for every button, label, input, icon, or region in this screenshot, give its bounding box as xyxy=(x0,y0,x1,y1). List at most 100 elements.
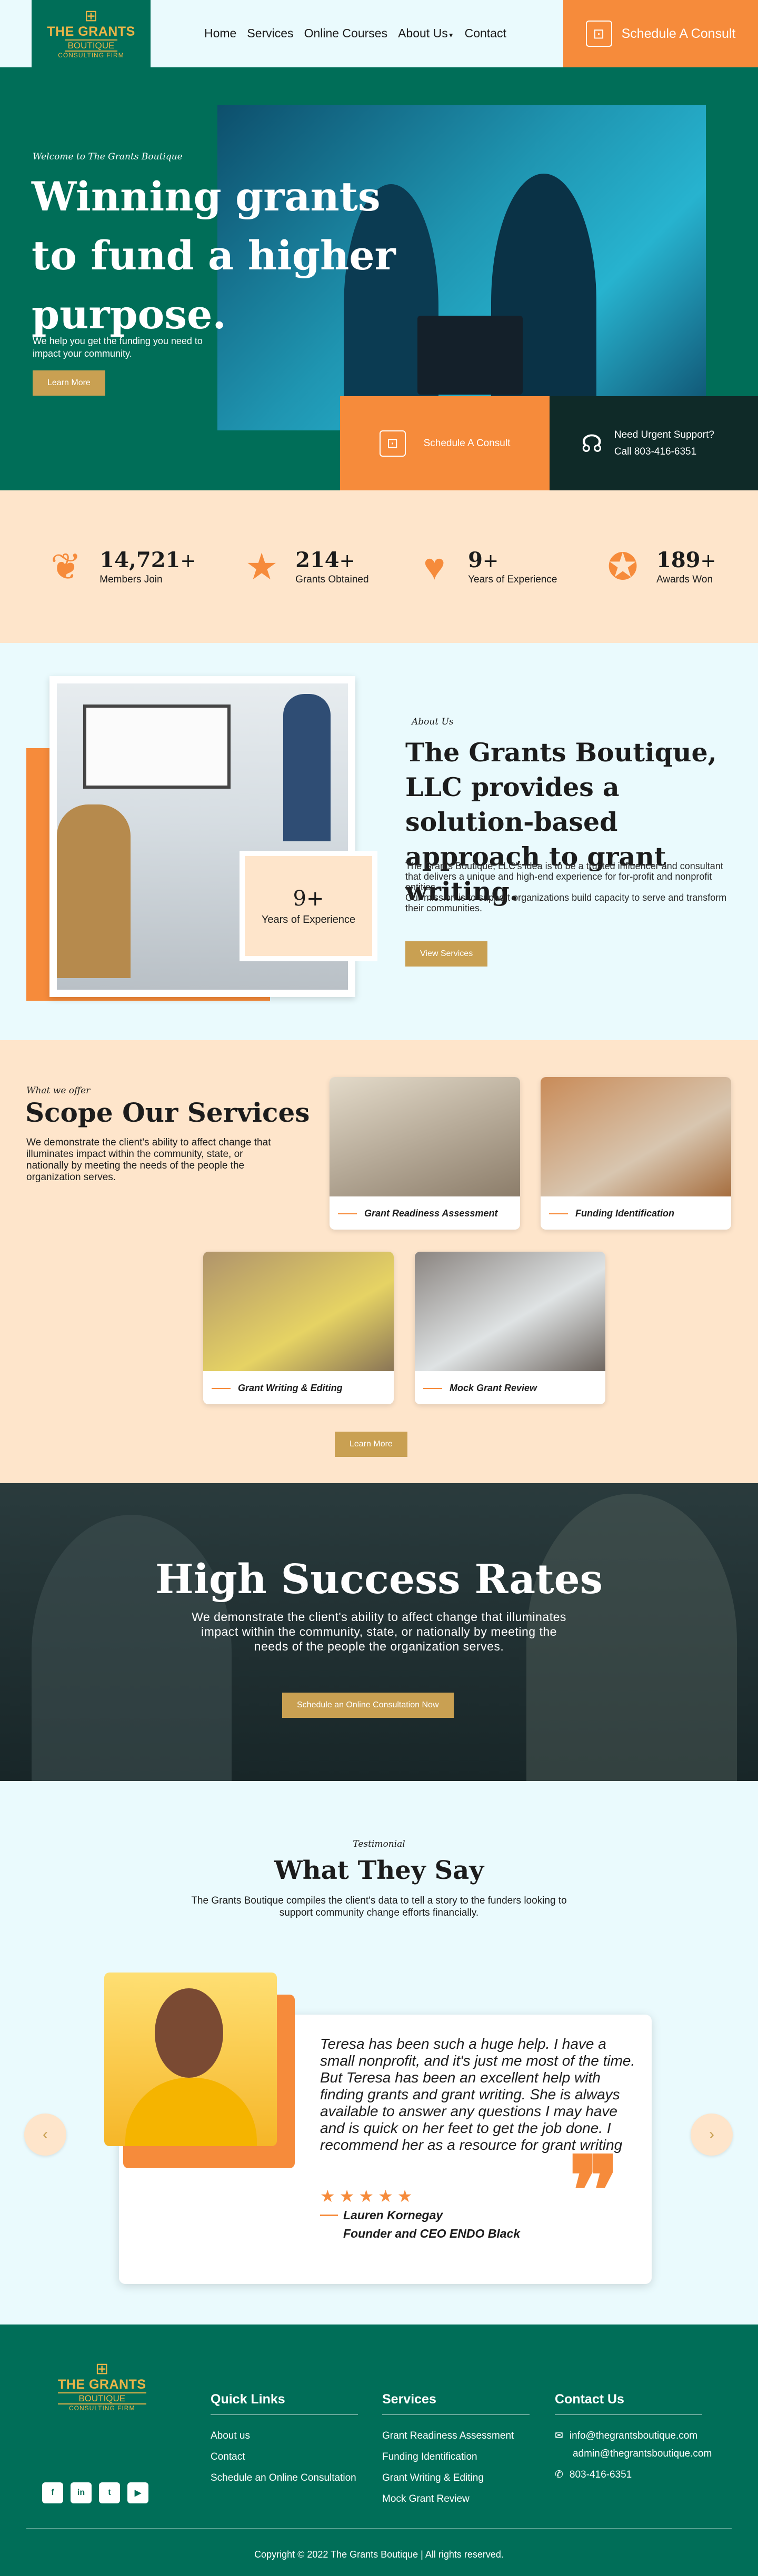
facebook-icon[interactable]: f xyxy=(42,2482,63,2503)
hero-learn-more-button[interactable]: Learn More xyxy=(33,370,105,396)
footer-link-service[interactable]: Funding Identification xyxy=(382,2447,530,2468)
footer-services: Services Grant Readiness Assessment Fund… xyxy=(382,2392,530,2510)
service-title: Funding Identification xyxy=(575,1208,674,1219)
youtube-icon[interactable]: ▶ xyxy=(127,2482,148,2503)
nav-contact[interactable]: Contact xyxy=(465,26,506,41)
plus-sign: + xyxy=(700,550,716,572)
footer-logo[interactable]: ⊞ THE GRANTS BOUTIQUE CONSULTING FIRM xyxy=(58,2361,146,2412)
quick-links-title: Quick Links xyxy=(211,2392,358,2415)
carousel-prev-button[interactable]: ‹ xyxy=(24,2114,66,2156)
site-header: ⊞ THE GRANTS BOUTIQUE CONSULTING FIRM Ho… xyxy=(0,0,758,67)
stat-item: ★ 214+ Grants Obtained xyxy=(237,542,369,591)
nav-online-courses[interactable]: Online Courses xyxy=(304,26,388,41)
service-caption: Grant Writing & Editing xyxy=(203,1371,394,1394)
plus-sign: + xyxy=(482,550,499,572)
chevron-down-icon: ▼ xyxy=(447,32,454,39)
service-image xyxy=(203,1252,394,1371)
service-image xyxy=(330,1077,520,1196)
hero-schedule-consult-button[interactable]: ⊡ Schedule A Consult xyxy=(340,396,550,490)
hero-subtitle: We help you get the funding you need to … xyxy=(33,336,203,359)
stat-value: 214 xyxy=(295,548,340,572)
rating-stars-icon: ★★★★★ xyxy=(320,2187,417,2206)
schedule-online-consultation-button[interactable]: Schedule an Online Consultation Now xyxy=(282,1693,454,1718)
header-schedule-consult-button[interactable]: ⊡ Schedule A Consult xyxy=(563,0,758,67)
service-card[interactable]: Grant Writing & Editing xyxy=(203,1252,394,1404)
nav-home[interactable]: Home xyxy=(204,26,236,41)
plus-sign: + xyxy=(339,550,355,572)
stat-value: 14,721 xyxy=(99,548,181,572)
avatar-body xyxy=(125,2078,257,2146)
contact-title: Contact Us xyxy=(555,2392,702,2415)
plus-sign: + xyxy=(180,550,196,572)
footer-logo-tagline: CONSULTING FIRM xyxy=(69,2404,135,2412)
stat-item: ❦ 14,721+ Members Join xyxy=(42,542,196,591)
service-card[interactable]: Grant Readiness Assessment xyxy=(330,1077,520,1230)
carousel-next-button[interactable]: › xyxy=(691,2114,733,2156)
hero-consult-label: Schedule A Consult xyxy=(423,437,511,449)
caption-dash xyxy=(549,1213,568,1214)
footer-link-service[interactable]: Grant Writing & Editing xyxy=(382,2468,530,2489)
service-caption: Grant Readiness Assessment xyxy=(330,1196,520,1219)
about-eyebrow: About Us xyxy=(412,717,454,727)
person-seated xyxy=(57,804,131,978)
service-image xyxy=(541,1077,731,1196)
hand-stars-icon: ★ xyxy=(245,546,278,587)
phone-icon: ✆ xyxy=(555,2469,563,2480)
footer-link-contact[interactable]: Contact xyxy=(211,2447,358,2468)
testimonial-section: Testimonial What They Say The Grants Bou… xyxy=(0,1781,758,2325)
service-image xyxy=(415,1252,605,1371)
copyright-text: Copyright © 2022 The Grants Boutique | A… xyxy=(254,2549,504,2560)
service-caption: Funding Identification xyxy=(541,1196,731,1219)
footer-email-2[interactable]: admin@thegrantsboutique.com xyxy=(555,2443,712,2464)
linkedin-icon[interactable]: in xyxy=(71,2482,92,2503)
hero-section: Welcome to The Grants Boutique Winning g… xyxy=(0,67,758,490)
service-title: Grant Writing & Editing xyxy=(238,1383,343,1393)
twitter-icon[interactable]: t xyxy=(99,2482,120,2503)
stat-value: 9 xyxy=(468,548,483,572)
testimonial-eyebrow: Testimonial xyxy=(353,1839,405,1849)
hero-title: Winning grants to fund a higher purpose. xyxy=(32,173,396,338)
about-section: 9+ Years of Experience About Us The Gran… xyxy=(0,643,758,1040)
services-eyebrow: What we offer xyxy=(26,1085,91,1096)
hand-heart-icon: ♥ xyxy=(423,546,445,587)
services-learn-more-button[interactable]: Learn More xyxy=(335,1432,407,1457)
footer-link-service[interactable]: Grant Readiness Assessment xyxy=(382,2426,530,2447)
footer-link-about[interactable]: About us xyxy=(211,2426,358,2447)
footer-phone[interactable]: ✆ 803-416-6351 xyxy=(555,2464,712,2486)
stat-item: ♥ 9+ Years of Experience xyxy=(410,542,557,591)
avatar-face xyxy=(155,1988,223,2078)
services-section: What we offer Scope Our Services We demo… xyxy=(0,1040,758,1483)
headset-icon: ☊ xyxy=(581,429,603,457)
nav-about-us[interactable]: About Us▼ xyxy=(398,26,454,41)
nav-services[interactable]: Services xyxy=(247,26,293,41)
person-standing xyxy=(283,694,331,841)
service-card[interactable]: Mock Grant Review xyxy=(415,1252,605,1404)
footer-contact: Contact Us ✉ info@thegrantsboutique.com a… xyxy=(555,2392,712,2486)
footer-link-service[interactable]: Mock Grant Review xyxy=(382,2489,530,2510)
footer-services-title: Services xyxy=(382,2392,530,2415)
testimonial-avatar xyxy=(104,1973,277,2146)
success-text: We demonstrate the client's ability to a… xyxy=(192,1610,566,1653)
testimonial-author: Lauren Kornegay Founder and CEO ENDO Bla… xyxy=(343,2206,520,2243)
chevron-left-icon: ‹ xyxy=(43,2126,48,2143)
hero-support-box[interactable]: ☊ Need Urgent Support? Call 803-416-6351 xyxy=(550,396,758,490)
chevron-right-icon: › xyxy=(709,2126,714,2143)
service-title: Grant Readiness Assessment xyxy=(364,1208,498,1219)
site-footer: ⊞ THE GRANTS BOUTIQUE CONSULTING FIRM f … xyxy=(0,2325,758,2576)
stat-label: Grants Obtained xyxy=(295,574,369,585)
success-section: High Success Rates We demonstrate the cl… xyxy=(0,1483,758,1781)
phone-text: 803-416-6351 xyxy=(569,2469,632,2480)
view-services-button[interactable]: View Services xyxy=(405,941,488,967)
stats-section: ❦ 14,721+ Members Join ★ 214+ Grants Obtai… xyxy=(0,490,758,643)
footer-link-schedule[interactable]: Schedule an Online Consultation xyxy=(211,2468,358,2489)
experience-label: Years of Experience xyxy=(261,913,356,925)
stat-number: 9+ xyxy=(468,548,557,574)
stat-number: 214+ xyxy=(295,548,368,574)
name-dash xyxy=(320,2215,338,2216)
services-text: We demonstrate the client's ability to a… xyxy=(26,1137,271,1183)
testimonial-subtitle: The Grants Boutique compiles the client'… xyxy=(191,1895,567,1918)
footer-logo-title: THE GRANTS xyxy=(58,2377,146,2392)
site-logo[interactable]: ⊞ THE GRANTS BOUTIQUE CONSULTING FIRM xyxy=(32,0,151,67)
service-card[interactable]: Funding Identification xyxy=(541,1077,731,1230)
experience-value: 9 xyxy=(293,886,306,911)
